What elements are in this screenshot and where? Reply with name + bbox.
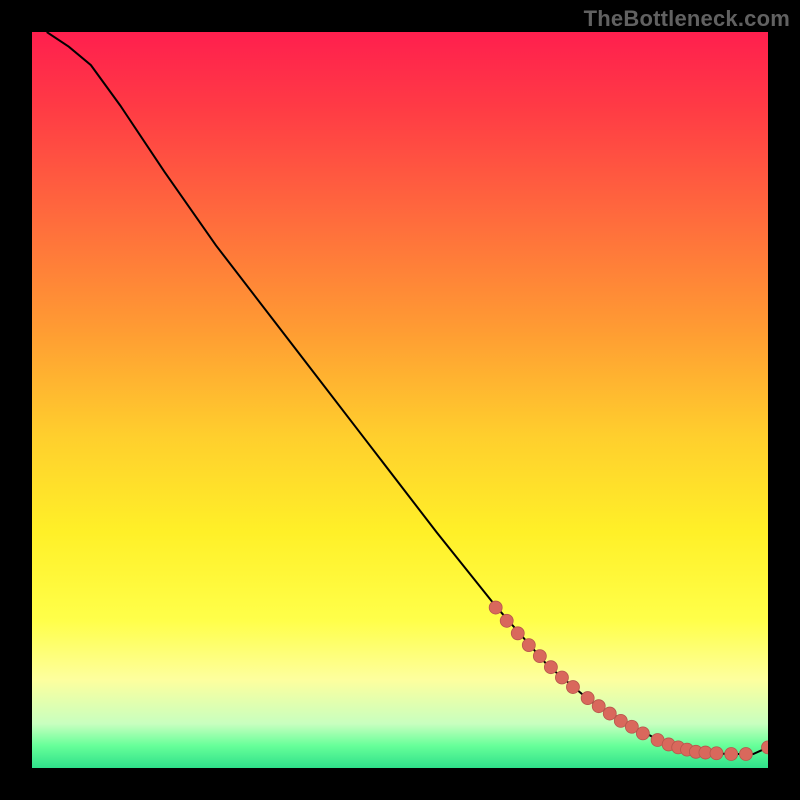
- data-marker: [544, 661, 557, 674]
- data-marker: [489, 601, 502, 614]
- data-marker: [511, 627, 524, 640]
- data-marker: [581, 692, 594, 705]
- data-marker: [566, 681, 579, 694]
- data-marker: [522, 639, 535, 652]
- bottleneck-curve: [47, 32, 768, 754]
- watermark-text: TheBottleneck.com: [584, 6, 790, 32]
- marker-group: [489, 601, 768, 760]
- chart-stage: TheBottleneck.com: [0, 0, 800, 800]
- plot-area: [32, 32, 768, 768]
- data-marker: [533, 650, 546, 663]
- data-marker: [592, 700, 605, 713]
- data-marker: [636, 727, 649, 740]
- data-marker: [603, 707, 616, 720]
- data-marker: [725, 748, 738, 761]
- data-marker: [710, 747, 723, 760]
- data-marker: [555, 671, 568, 684]
- data-marker: [739, 748, 752, 761]
- chart-svg: [32, 32, 768, 768]
- data-marker: [762, 741, 769, 754]
- data-marker: [500, 614, 513, 627]
